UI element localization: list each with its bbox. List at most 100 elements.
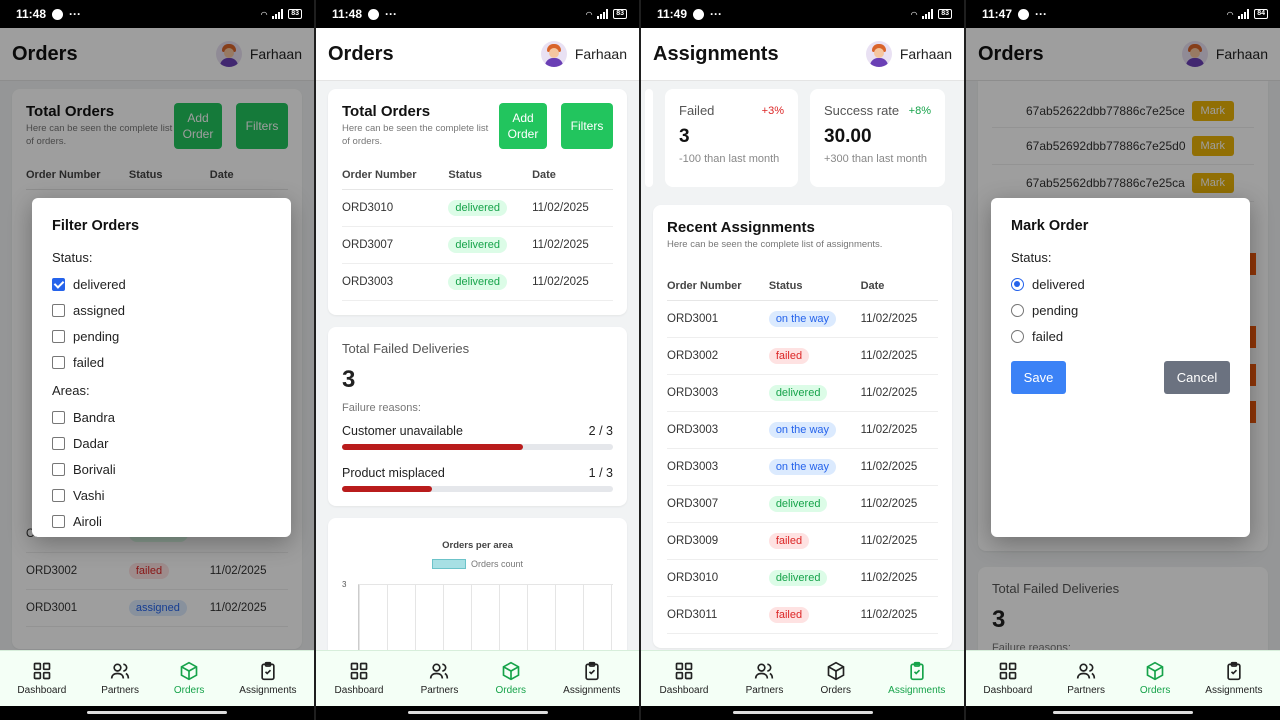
nav-assignments[interactable]: Assignments bbox=[239, 661, 297, 696]
stat-percent: +3% bbox=[761, 104, 784, 117]
table-row[interactable]: ORD3003 delivered 11/02/2025 bbox=[342, 263, 613, 301]
area-option-bandra[interactable]: Bandra bbox=[52, 404, 271, 430]
status-time: 11:48 bbox=[16, 7, 47, 21]
radio[interactable] bbox=[1011, 329, 1024, 343]
column-header: Order Number bbox=[667, 271, 769, 301]
status-option-pending[interactable]: pending bbox=[52, 323, 271, 349]
nav-label: Partners bbox=[101, 685, 139, 696]
status-option-delivered[interactable]: delivered bbox=[52, 271, 271, 297]
table-row[interactable]: ORD3007 delivered 11/02/2025 bbox=[342, 226, 613, 264]
status-option-assigned[interactable]: assigned bbox=[52, 297, 271, 323]
table-row[interactable]: ORD3010 delivered 11/02/2025 bbox=[667, 559, 938, 597]
order-number: ORD3010 bbox=[667, 559, 769, 597]
nav-label: Assignments bbox=[1205, 685, 1263, 696]
nav-label: Partners bbox=[745, 685, 784, 696]
checkbox-checked[interactable] bbox=[52, 277, 65, 291]
nav-dashboard[interactable]: Dashboard bbox=[660, 661, 708, 696]
option-label: pending bbox=[1032, 302, 1079, 318]
y-tick-label: 3 bbox=[342, 580, 347, 589]
option-label: Borivali bbox=[73, 461, 116, 477]
assignments-table: Order Number Status Date ORD3001 on the w… bbox=[667, 271, 938, 634]
column-header: Date bbox=[532, 161, 613, 190]
nav-dashboard[interactable]: Dashboard bbox=[334, 661, 384, 696]
radio[interactable] bbox=[1011, 303, 1024, 317]
nav-label: Dashboard bbox=[17, 685, 67, 696]
area-option-borivali[interactable]: Borivali bbox=[52, 456, 271, 482]
status-label: Status: bbox=[52, 250, 93, 265]
table-row[interactable]: ORD3003 on the way 11/02/2025 bbox=[667, 448, 938, 486]
status-badge: failed bbox=[768, 347, 810, 364]
stats-carousel[interactable]: Failed +3% 3 -100 than last month Success… bbox=[645, 89, 952, 187]
nav-assignments[interactable]: Assignments bbox=[1205, 661, 1263, 696]
status-bar: 11:49 ··· ◠ 83 bbox=[641, 0, 964, 28]
table-row[interactable]: ORD3003 on the way 11/02/2025 bbox=[667, 411, 938, 449]
radio-option-pending[interactable]: pending bbox=[1011, 297, 1230, 323]
reason-label: Customer unavailable bbox=[342, 424, 463, 438]
area-option-airoli[interactable]: Airoli bbox=[52, 508, 271, 534]
checkbox[interactable] bbox=[52, 462, 65, 476]
progress-fill bbox=[342, 444, 523, 450]
order-date: 11/02/2025 bbox=[860, 374, 938, 412]
battery-icon: 83 bbox=[938, 9, 952, 19]
area-option-vashi[interactable]: Vashi bbox=[52, 482, 271, 508]
radio-option-failed[interactable]: failed bbox=[1011, 323, 1230, 349]
mark-order-dialog: Mark Order Status: delivered pending fai… bbox=[991, 198, 1250, 537]
checkbox[interactable] bbox=[52, 303, 65, 317]
more-icon: ··· bbox=[385, 7, 398, 21]
table-row[interactable]: ORD3003 delivered 11/02/2025 bbox=[667, 374, 938, 412]
radio-selected[interactable] bbox=[1011, 277, 1024, 291]
stat-percent: +8% bbox=[908, 104, 931, 117]
nav-orders[interactable]: Orders bbox=[1140, 661, 1170, 696]
save-button[interactable]: Save bbox=[1011, 361, 1066, 394]
main-content: Failed +3% 3 -100 than last month Success… bbox=[641, 81, 964, 650]
failed-deliveries-card: Total Failed Deliveries 3 Failure reason… bbox=[328, 327, 627, 506]
nav-orders[interactable]: Orders bbox=[820, 661, 851, 696]
more-icon: ··· bbox=[710, 7, 723, 21]
reason-label: Product misplaced bbox=[342, 466, 445, 480]
nav-label: Partners bbox=[420, 685, 459, 696]
table-row[interactable]: ORD3011 failed 11/02/2025 bbox=[667, 596, 938, 634]
filters-button[interactable]: Filters bbox=[561, 103, 613, 149]
user-profile[interactable]: Farhaan bbox=[540, 41, 627, 67]
table-row[interactable]: ORD3002 failed 11/02/2025 bbox=[667, 337, 938, 375]
avatar bbox=[540, 41, 567, 67]
nav-assignments[interactable]: Assignments bbox=[563, 661, 620, 696]
nav-partners[interactable]: Partners bbox=[101, 661, 139, 696]
nav-label: Dashboard bbox=[334, 685, 384, 696]
order-date: 11/02/2025 bbox=[860, 337, 938, 375]
legend-swatch bbox=[431, 559, 466, 569]
main-content: Total Orders Here can be seen the comple… bbox=[316, 81, 639, 650]
checkbox[interactable] bbox=[52, 436, 65, 450]
table-row[interactable]: ORD3010 delivered 11/02/2025 bbox=[342, 189, 613, 227]
order-date: 11/02/2025 bbox=[860, 300, 938, 338]
nav-orders[interactable]: Orders bbox=[495, 661, 526, 696]
order-date: 11/02/2025 bbox=[532, 189, 613, 227]
page-title: Assignments bbox=[653, 42, 779, 65]
area-option-dadar[interactable]: Dadar bbox=[52, 430, 271, 456]
status-badge: delivered bbox=[768, 569, 828, 586]
cancel-button[interactable]: Cancel bbox=[1164, 361, 1230, 394]
nav-partners[interactable]: Partners bbox=[420, 661, 459, 696]
nav-dashboard[interactable]: Dashboard bbox=[983, 661, 1032, 696]
nav-assignments[interactable]: Assignments bbox=[888, 661, 945, 696]
checkbox[interactable] bbox=[52, 329, 65, 343]
checkbox[interactable] bbox=[52, 514, 65, 528]
checkbox[interactable] bbox=[52, 488, 65, 502]
nav-orders[interactable]: Orders bbox=[174, 661, 204, 696]
nav-partners[interactable]: Partners bbox=[1067, 661, 1105, 696]
radio-option-delivered[interactable]: delivered bbox=[1011, 271, 1230, 297]
user-profile[interactable]: Farhaan bbox=[865, 41, 952, 67]
nav-dashboard[interactable]: Dashboard bbox=[17, 661, 66, 696]
table-row[interactable]: ORD3009 failed 11/02/2025 bbox=[667, 522, 938, 560]
nav-label: Dashboard bbox=[983, 685, 1033, 696]
nav-label: Orders bbox=[495, 685, 527, 696]
table-row[interactable]: ORD3007 delivered 11/02/2025 bbox=[667, 485, 938, 523]
column-header: Status bbox=[448, 161, 533, 190]
checkbox[interactable] bbox=[52, 355, 65, 369]
users-icon bbox=[430, 663, 449, 679]
checkbox[interactable] bbox=[52, 410, 65, 424]
status-option-failed[interactable]: failed bbox=[52, 349, 271, 375]
table-row[interactable]: ORD3001 on the way 11/02/2025 bbox=[667, 300, 938, 338]
nav-partners[interactable]: Partners bbox=[745, 661, 784, 696]
add-order-button[interactable]: Add Order bbox=[499, 103, 547, 149]
